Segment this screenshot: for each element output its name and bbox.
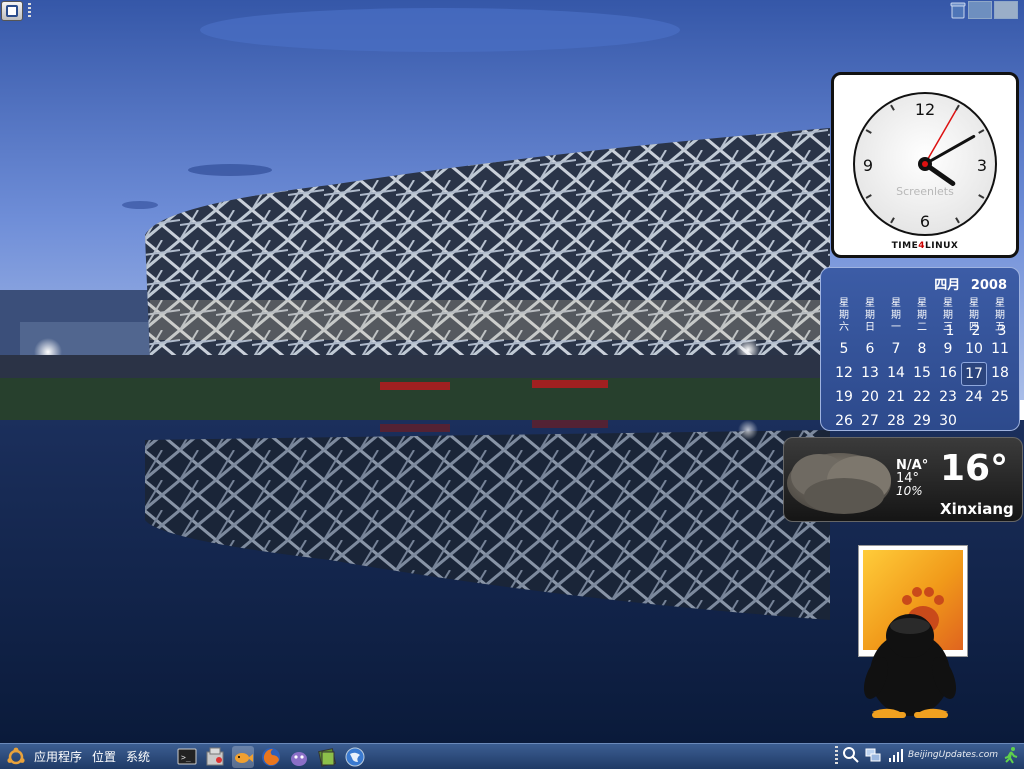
terminal-icon[interactable]: >_ [176, 746, 198, 768]
calendar-day[interactable]: 30 [935, 410, 961, 434]
firefox-icon[interactable] [260, 746, 282, 768]
calendar-weekday: 星期二 [917, 298, 927, 333]
menu-system[interactable]: 系统 [126, 747, 150, 767]
calendar-day[interactable]: 22 [909, 386, 935, 410]
calendar-year: 2008 [970, 278, 1007, 293]
svg-text:>_: >_ [181, 753, 191, 762]
volume-icon[interactable] [886, 746, 904, 764]
calendar-day[interactable]: 11 [987, 338, 1013, 362]
package-manager-icon[interactable] [204, 746, 226, 768]
calendar-weekday: 星期六 [839, 298, 849, 333]
workspace-1[interactable] [968, 1, 992, 19]
running-man-icon [1004, 747, 1018, 764]
trash-icon[interactable] [950, 1, 966, 19]
weather-humidity: 10% [896, 484, 923, 498]
menu-applications[interactable]: 应用程序 [34, 747, 82, 767]
calendar-day[interactable]: 18 [987, 362, 1013, 386]
calendar-weekday: 星期一 [891, 298, 901, 333]
calendar-day[interactable]: 16 [935, 362, 961, 386]
weather-widget[interactable]: N/A° 14° 10% 16° Xinxiang [783, 437, 1023, 522]
calendar-weekday: 星期日 [865, 298, 875, 333]
calendar-day[interactable]: 10 [961, 338, 987, 362]
clock-numeral-6: 6 [920, 212, 930, 231]
calendar-widget[interactable]: 四月 2008 星期六星期日星期一星期二星期三星期四星期五 123 567891… [820, 267, 1020, 431]
site-watermark: BeijingUpdates.com [908, 750, 998, 760]
weather-city: Xinxiang [940, 500, 1014, 518]
dictionary-icon[interactable] [316, 746, 338, 768]
calendar-header: 四月 2008 [928, 274, 1007, 293]
top-panel-launcher-button[interactable] [1, 1, 23, 21]
main-menu-bar: 应用程序 位置 系统 [6, 747, 150, 767]
calendar-day-grid: 5 6 7 8 9 10 11 12 13 14 15 16 17 18 19 20 21 22 23 24 25 26 2… [831, 338, 1017, 434]
calendar-day[interactable]: 24 [961, 386, 987, 410]
menu-places[interactable]: 位置 [92, 747, 116, 767]
cloudy-weather-icon [787, 453, 891, 514]
calendar-day[interactable]: 27 [857, 410, 883, 434]
bottom-panel: 应用程序 位置 系统 >_ BeijingUpdates.com [0, 743, 1024, 769]
calendar-day[interactable]: 25 [987, 386, 1013, 410]
calendar-day[interactable]: 13 [857, 362, 883, 386]
tray-drag-handle[interactable] [835, 746, 838, 764]
pidgin-icon[interactable] [288, 746, 310, 768]
search-icon[interactable] [842, 746, 860, 764]
calendar-day[interactable]: 14 [883, 362, 909, 386]
calendar-day[interactable]: 20 [857, 386, 883, 410]
tux-penguin-icon[interactable] [862, 612, 958, 722]
system-tray: BeijingUpdates.com [835, 746, 1020, 764]
calendar-day[interactable]: 9 [935, 338, 961, 362]
workspace-switcher[interactable] [950, 1, 1018, 21]
clock-face: 12 3 6 9 Screenlets [853, 92, 997, 236]
panel-launchers: >_ [176, 746, 366, 768]
calendar-day-today[interactable]: 17 [961, 362, 987, 386]
weather-temperature: 16° [940, 448, 1009, 489]
clock-numeral-9: 9 [863, 156, 873, 175]
calendar-day[interactable]: 26 [831, 410, 857, 434]
clock-numeral-12: 12 [915, 100, 935, 119]
calendar-day[interactable]: 8 [909, 338, 935, 362]
goldfish-icon[interactable] [232, 746, 254, 768]
ubuntu-logo-icon[interactable] [6, 747, 26, 767]
calendar-day[interactable]: 28 [883, 410, 909, 434]
clock-numeral-3: 3 [977, 156, 987, 175]
network-icon[interactable] [864, 746, 882, 764]
calendar-day[interactable]: 29 [909, 410, 935, 434]
calendar-day[interactable]: 5 [831, 338, 857, 362]
calendar-day[interactable]: 21 [883, 386, 909, 410]
window-icon [6, 5, 18, 17]
globe-icon[interactable] [344, 746, 366, 768]
clock-watermark: Screenlets [896, 185, 954, 198]
workspace-2[interactable] [994, 1, 1018, 19]
calendar-month: 四月 [934, 278, 961, 293]
calendar-day[interactable]: 19 [831, 386, 857, 410]
calendar-day[interactable]: 23 [935, 386, 961, 410]
calendar-day[interactable]: 6 [857, 338, 883, 362]
clock-brand-logo: TIME4LINUX [891, 241, 959, 251]
calendar-day[interactable]: 15 [909, 362, 935, 386]
calendar-day[interactable]: 12 [831, 362, 857, 386]
calendar-day[interactable]: 7 [883, 338, 909, 362]
clock-widget[interactable]: 12 3 6 9 Screenlets TIME4LINUX [831, 72, 1019, 258]
panel-drag-handle[interactable] [28, 3, 31, 19]
